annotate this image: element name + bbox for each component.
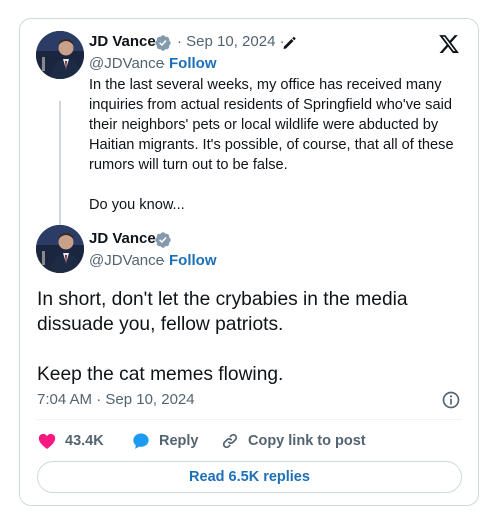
copy-link-label: Copy link to post	[248, 433, 366, 449]
follow-button[interactable]: Follow	[169, 252, 217, 269]
reply-label: Reply	[159, 433, 199, 449]
verified-badge-icon	[155, 35, 171, 51]
heart-icon	[38, 433, 56, 449]
thread-connector-line	[59, 101, 61, 236]
link-icon	[222, 433, 238, 449]
follow-button[interactable]: Follow	[169, 55, 217, 72]
tweet-timestamp[interactable]: 7:04 AM · Sep 10, 2024	[37, 391, 195, 408]
edit-icon	[283, 36, 296, 49]
follow-separator: ·	[161, 55, 166, 72]
quoted-date-meta[interactable]: · Sep 10, 2024 ·	[177, 33, 285, 50]
info-icon[interactable]	[441, 390, 461, 410]
quoted-author-name[interactable]: JD Vance	[89, 33, 156, 50]
avatar[interactable]	[36, 31, 84, 79]
avatar-image	[36, 31, 84, 79]
verified-badge-icon	[155, 232, 171, 248]
copy-link-button[interactable]: Copy link to post	[220, 429, 366, 453]
quoted-tweet-text: In the last several weeks, my office has…	[89, 77, 454, 213]
avatar-image	[36, 225, 84, 273]
follow-separator: ·	[161, 252, 166, 269]
quoted-handle[interactable]: @JDVance	[89, 55, 164, 72]
read-replies-button[interactable]: Read 6.5K replies	[37, 461, 462, 493]
reply-icon	[133, 433, 149, 449]
tweet-text: In short, don't let the crybabies in the…	[37, 289, 408, 385]
like-count: 43.4K	[65, 433, 104, 449]
avatar[interactable]	[36, 225, 84, 273]
author-handle[interactable]: @JDVance	[89, 252, 164, 269]
like-button[interactable]: 43.4K	[37, 429, 104, 453]
divider	[37, 419, 462, 420]
x-logo-icon[interactable]	[438, 33, 460, 55]
author-name[interactable]: JD Vance	[89, 230, 156, 247]
tweet-embed-card: JD Vance · Sep 10, 2024 · @JDVance · Fol…	[19, 18, 479, 506]
reply-button[interactable]: Reply	[131, 429, 199, 453]
